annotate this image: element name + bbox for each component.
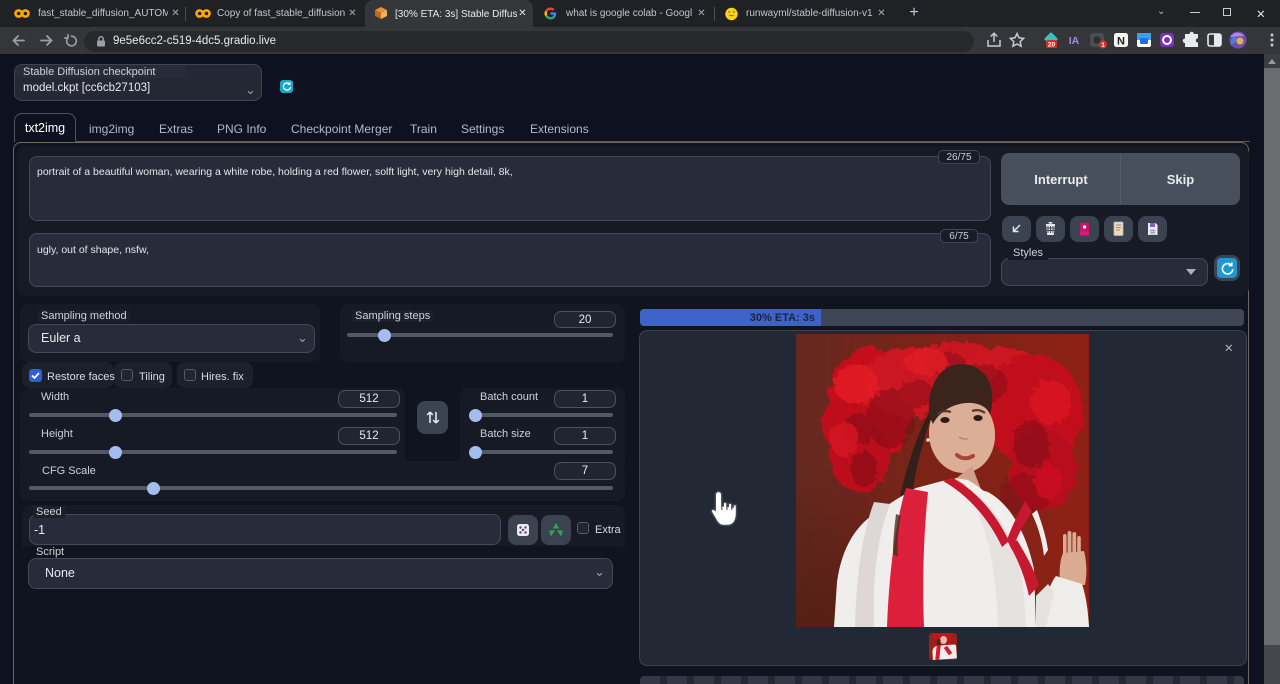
svg-text:20: 20: [1048, 42, 1056, 49]
svg-text:N: N: [1117, 36, 1125, 48]
svg-text:IA: IA: [1069, 35, 1080, 47]
svg-text:1: 1: [1101, 42, 1105, 49]
